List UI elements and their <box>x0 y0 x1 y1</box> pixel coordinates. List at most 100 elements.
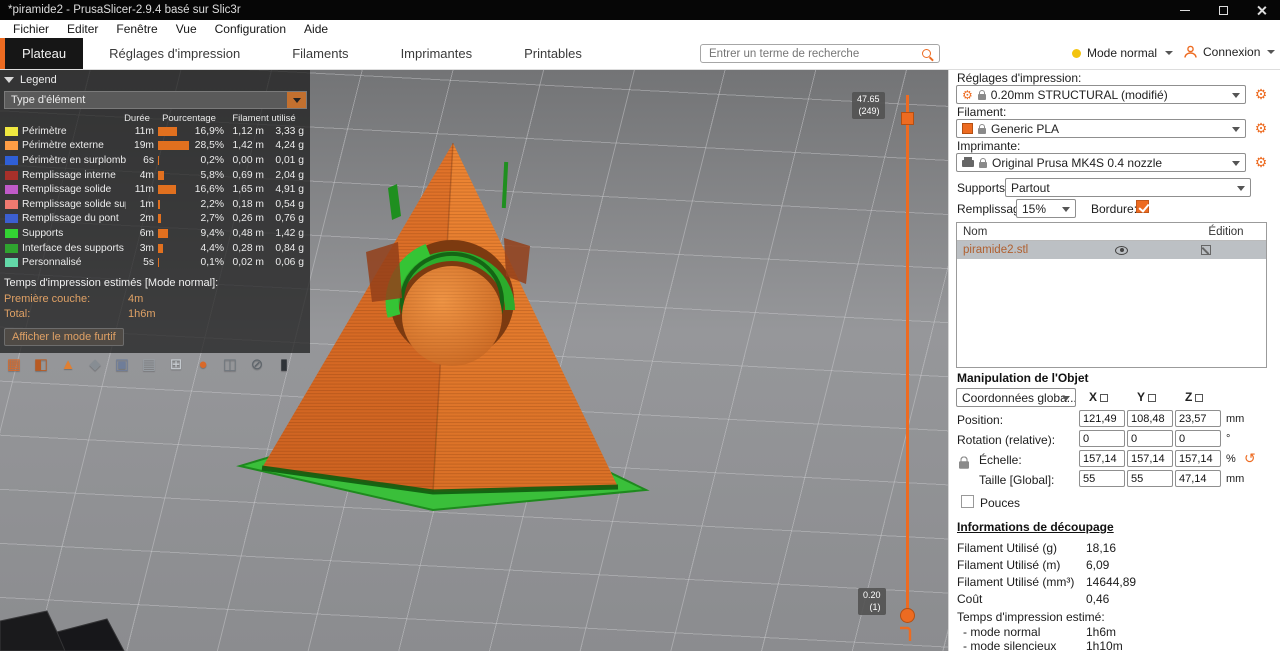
filament-value: Generic PLA <box>991 121 1060 136</box>
percent-bar <box>158 170 165 180</box>
object-row[interactable]: piramide2.stl <box>957 241 1266 259</box>
tab-reglages-impression[interactable]: Réglages d'impression <box>83 38 266 69</box>
filament-gear-button[interactable]: ⚙ <box>1252 119 1270 137</box>
row-percent: 9,4% <box>200 227 224 239</box>
supports-dropdown[interactable]: Partout <box>1005 178 1251 197</box>
menu-fichier[interactable]: Fichier <box>4 20 58 38</box>
row-grams: 0,54 g <box>275 198 304 210</box>
layer-slider-top-handle[interactable] <box>901 112 914 125</box>
color-swatch <box>5 214 18 224</box>
infill-dropdown[interactable]: 15% <box>1016 199 1076 218</box>
row-duration: 6s <box>143 154 154 166</box>
menu-vue[interactable]: Vue <box>167 20 206 38</box>
legend-row[interactable]: Remplissage du pont 2m 2,7% 0,26 m 0,76 … <box>4 212 307 227</box>
col-edition: Édition <box>1208 225 1244 238</box>
remove-instance-icon[interactable]: ● <box>191 352 215 376</box>
menu-editer[interactable]: Editer <box>58 20 107 38</box>
window-title: *piramide2 - PrusaSlicer-2.9.4 basé sur … <box>8 4 241 16</box>
tab-plateau[interactable]: Plateau <box>5 38 84 69</box>
legend-row[interactable]: Périmètre en surplomb 6s 0,2% 0,00 m 0,0… <box>4 153 307 168</box>
row-duration: 4m <box>139 169 154 181</box>
position-z-input[interactable] <box>1175 410 1221 427</box>
size-y-input[interactable] <box>1127 470 1173 487</box>
rotation-x-input[interactable] <box>1079 430 1125 447</box>
color-swatch <box>5 185 18 195</box>
row-duration: 11m <box>134 125 154 137</box>
cut-icon[interactable]: ⊘ <box>245 352 269 376</box>
stealth-mode-button[interactable]: Afficher le mode furtif <box>4 327 124 346</box>
legend-column-headers: Durée Pourcentage Filament utilisé <box>4 113 307 124</box>
reset-scale-icon[interactable]: ↺ <box>1244 450 1256 467</box>
rotation-label: Rotation (relative): <box>957 433 1056 447</box>
position-y-input[interactable] <box>1127 410 1173 427</box>
scale-y-input[interactable] <box>1127 450 1173 467</box>
legend-row[interactable]: Remplissage solide supérieur 1m 2,2% 0,1… <box>4 197 307 212</box>
position-x-input[interactable] <box>1079 410 1125 427</box>
scale-x-input[interactable] <box>1079 450 1125 467</box>
search-box[interactable] <box>700 44 940 63</box>
row-label: Périmètre <box>22 125 67 137</box>
printer-dropdown[interactable]: Original Prusa MK4S 0.4 nozzle <box>956 153 1246 172</box>
filament-dropdown[interactable]: Generic PLA <box>956 119 1246 138</box>
print-settings-dropdown[interactable]: ⚙ 0.20mm STRUCTURAL (modifié) <box>956 85 1246 104</box>
legend-row[interactable]: Remplissage interne 4m 5,8% 0,69 m 2,04 … <box>4 168 307 183</box>
view-type-dropdown[interactable]: Type d'élément <box>4 91 307 109</box>
add-instance-icon[interactable]: ⊞ <box>164 352 188 376</box>
legend-row[interactable]: Remplissage solide 11m 16,6% 1,65 m 4,91… <box>4 182 307 197</box>
size-z-input[interactable] <box>1175 470 1221 487</box>
paste-icon[interactable]: ▤ <box>137 352 161 376</box>
coordinate-system-dropdown[interactable]: Coordonnées globa... <box>956 388 1076 407</box>
axis-y-header: Y <box>1137 390 1157 404</box>
delete-icon[interactable]: ◧ <box>29 352 53 376</box>
percent-bar <box>158 199 161 209</box>
scale-z-input[interactable] <box>1175 450 1221 467</box>
infill-value: 15% <box>1022 201 1047 216</box>
rotation-y-input[interactable] <box>1127 430 1173 447</box>
collapse-triangle-icon[interactable] <box>4 77 14 83</box>
tab-filaments[interactable]: Filaments <box>266 38 374 69</box>
close-button[interactable] <box>1242 0 1280 20</box>
size-x-input[interactable] <box>1079 470 1125 487</box>
mode-selector[interactable]: Mode normal <box>1072 46 1174 60</box>
gcode-jump-icon[interactable] <box>896 626 912 647</box>
legend-row[interactable]: Personnalisé 5s 0,1% 0,02 m 0,06 g <box>4 255 307 270</box>
menu-fenetre[interactable]: Fenêtre <box>107 20 166 38</box>
menu-configuration[interactable]: Configuration <box>206 20 295 38</box>
legend-row[interactable]: Périmètre externe 19m 28,5% 1,42 m 4,24 … <box>4 139 307 154</box>
layer-slider-track[interactable] <box>906 95 909 620</box>
printer-gear-button[interactable]: ⚙ <box>1252 153 1270 171</box>
delete-all-icon[interactable]: ▲ <box>56 352 80 376</box>
legend-panel: Legend Type d'élément Durée Pourcentage … <box>0 70 310 353</box>
add-icon[interactable]: ▦ <box>2 352 26 376</box>
tab-printables[interactable]: Printables <box>498 38 608 69</box>
legend-row[interactable]: Supports 6m 9,4% 0,48 m 1,42 g <box>4 226 307 241</box>
menu-aide[interactable]: Aide <box>295 20 337 38</box>
object-list-header: Nom Édition <box>957 223 1266 241</box>
dropdown-arrow-icon[interactable] <box>287 92 306 108</box>
brim-checkbox[interactable] <box>1136 200 1149 213</box>
color-swatch <box>5 141 18 151</box>
estimates-block: Temps d'impression estimés [Mode normal]… <box>4 277 307 322</box>
layer-height-icon[interactable]: ▮ <box>272 352 296 376</box>
search-input[interactable] <box>709 47 922 60</box>
layer-slider-bottom-handle[interactable] <box>900 608 915 623</box>
edit-icon[interactable] <box>1201 245 1211 255</box>
legend-row[interactable]: Interface des supports 3m 4,4% 0,28 m 0,… <box>4 241 307 256</box>
copy-icon[interactable]: ▣ <box>110 352 134 376</box>
inches-checkbox[interactable] <box>961 495 974 508</box>
print-settings-gear-button[interactable]: ⚙ <box>1252 85 1270 103</box>
rotation-z-input[interactable] <box>1175 430 1221 447</box>
uniform-scale-lock-icon[interactable] <box>959 456 969 469</box>
minimize-button[interactable] <box>1166 0 1204 20</box>
3d-viewport[interactable]: Legend Type d'élément Durée Pourcentage … <box>0 70 948 651</box>
row-grams: 3,33 g <box>275 125 304 137</box>
legend-row[interactable]: Périmètre 11m 16,9% 1,12 m 3,33 g <box>4 124 307 139</box>
split-icon[interactable]: ◫ <box>218 352 242 376</box>
tab-imprimantes[interactable]: Imprimantes <box>375 38 499 69</box>
pyramid-model[interactable] <box>261 142 619 495</box>
row-label: Supports <box>22 227 64 239</box>
maximize-button[interactable] <box>1204 0 1242 20</box>
login-button[interactable]: Connexion <box>1183 44 1276 59</box>
eye-icon[interactable] <box>1115 245 1128 255</box>
arrange-icon[interactable]: ◆ <box>83 352 107 376</box>
